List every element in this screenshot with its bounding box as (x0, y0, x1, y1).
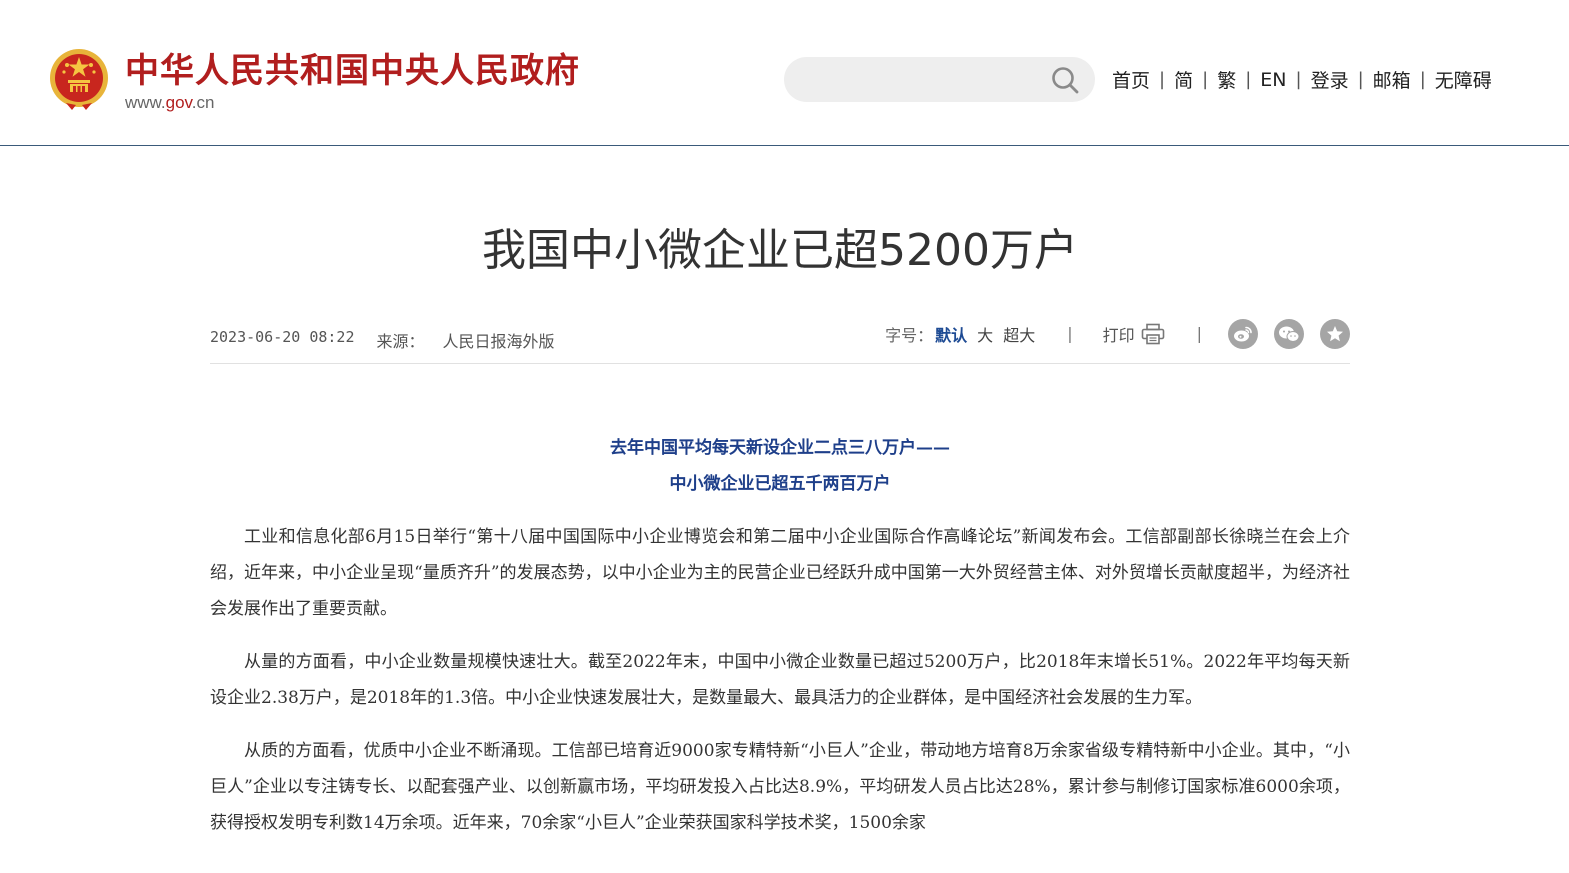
nav-separator: | (1419, 69, 1426, 90)
nav-accessibility[interactable]: 无障碍 (1435, 66, 1492, 93)
search-input[interactable] (804, 57, 1044, 102)
publish-date: 2023-06-20 08:22 (210, 328, 355, 346)
meta-separator: | (1067, 324, 1073, 343)
site-logo[interactable]: 中华人民共和国中央人民政府 www.gov.cn (48, 47, 580, 113)
source-name: 人民日报海外版 (442, 332, 555, 351)
body-paragraph: 从量的方面看，中小企业数量规模快速壮大。截至2022年末，中国中小微企业数量已超… (210, 652, 1350, 708)
article: 我国中小微企业已超5200万户 2023-06-20 08:22 来源： 人民日… (210, 147, 1350, 858)
nav-separator: | (1295, 69, 1302, 90)
article-title: 我国中小微企业已超5200万户 (482, 225, 1078, 276)
search-icon[interactable] (1051, 66, 1079, 94)
article-meta: 2023-06-20 08:22 来源： 人民日报海外版 字号： 默认 大 超大… (210, 304, 1350, 364)
print-label: 打印 (1102, 325, 1135, 345)
nav-english[interactable]: EN (1260, 69, 1286, 91)
body-paragraph: 工业和信息化部6月15日举行“第十八届中国国际中小企业博览会和第二届中小企业国际… (210, 527, 1350, 619)
printer-icon (1141, 323, 1164, 344)
nav-simplified[interactable]: 简 (1174, 66, 1193, 93)
search-box (784, 57, 1095, 102)
subhead-line: 中小微企业已超五千两百万户 (669, 474, 891, 494)
site-url: www.gov.cn (125, 93, 215, 112)
weibo-icon (1234, 326, 1252, 341)
favorite-star-icon (1327, 325, 1343, 341)
nav-separator: | (1159, 69, 1166, 90)
nav-mail[interactable]: 邮箱 (1373, 66, 1411, 93)
site-name: 中华人民共和国中央人民政府 (125, 51, 580, 91)
font-size-xlarge[interactable]: 超大 (1003, 322, 1035, 346)
nav-separator: | (1357, 69, 1364, 90)
national-emblem-icon (50, 49, 108, 110)
wechat-icon (1279, 326, 1300, 342)
article-body: 工业和信息化部6月15日举行“第十八届中国国际中小企业博览会和第二届中小企业国际… (210, 519, 1350, 841)
nav-separator: | (1245, 69, 1252, 90)
share-favorite-button[interactable] (1320, 318, 1350, 349)
source-label: 来源： (376, 332, 425, 351)
print-button[interactable]: 打印 (1103, 322, 1165, 346)
share-buttons (1228, 318, 1350, 349)
nav-login[interactable]: 登录 (1311, 66, 1349, 93)
meta-separator: | (1196, 324, 1202, 343)
font-size-label: 字号： (885, 325, 934, 345)
share-wechat-button[interactable] (1274, 318, 1304, 349)
nav-separator: | (1202, 69, 1209, 90)
site-header: 中华人民共和国中央人民政府 www.gov.cn 首页 | 简 | 繁 | EN… (0, 0, 1569, 146)
nav-home[interactable]: 首页 (1112, 66, 1150, 93)
subhead-line: 去年中国平均每天新设企业二点三八万户—— (610, 438, 950, 458)
body-paragraph: 从质的方面看，优质中小企业不断涌现。工信部已培育近9000家专精特新“小巨人”企… (210, 741, 1350, 833)
share-weibo-button[interactable] (1228, 318, 1258, 349)
font-size-large[interactable]: 大 (977, 322, 993, 346)
nav-traditional[interactable]: 繁 (1217, 66, 1236, 93)
font-size-default[interactable]: 默认 (935, 322, 967, 346)
top-nav: 首页 | 简 | 繁 | EN | 登录 | 邮箱 | 无障碍 (1112, 66, 1492, 93)
article-subhead: 去年中国平均每天新设企业二点三八万户—— 中小微企业已超五千两百万户 (210, 430, 1350, 502)
